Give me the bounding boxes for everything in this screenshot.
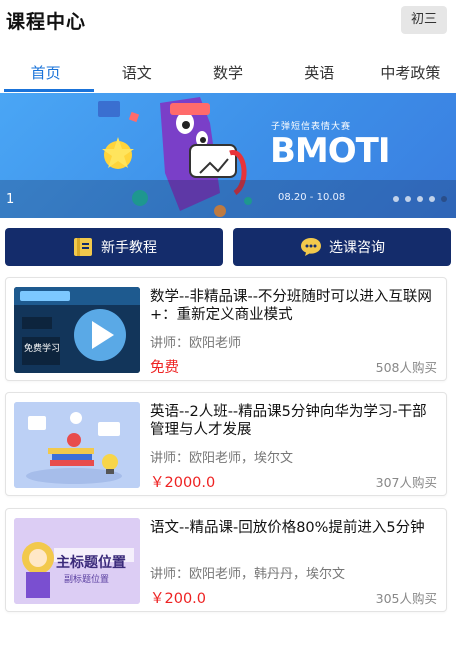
course-purchase-count: 307人购买 (375, 475, 437, 490)
course-thumbnail (14, 402, 140, 488)
course-purchase-count: 305人购买 (375, 591, 437, 606)
banner-logo-text: BMOTI (270, 131, 390, 171)
course-teacher: 讲师：欧阳老师 (150, 336, 242, 351)
quick-actions: 新手教程 选课咨询 (5, 228, 451, 266)
course-title: 语文--精品课-回放价格80%提前进入5分钟 (150, 520, 425, 536)
banner-caption-bar (0, 180, 456, 218)
course-purchase-count: 508人购买 (375, 360, 437, 375)
tab-math[interactable]: 数学 (182, 58, 273, 94)
carousel-dot[interactable] (393, 196, 399, 202)
tab-home[interactable]: 首页 (0, 58, 95, 94)
course-teacher: 讲师：欧阳老师，韩丹丹，埃尔文 (150, 567, 346, 582)
study-illustration (14, 402, 140, 488)
banner-date: 08.20 - 10.08 (278, 192, 346, 203)
course-teacher: 讲师：欧阳老师，埃尔文 (150, 451, 294, 466)
chat-bubble-icon (301, 238, 321, 256)
course-price: 免费 (150, 360, 179, 376)
carousel-dot-active[interactable] (441, 196, 447, 202)
carousel-dot[interactable] (417, 196, 423, 202)
page-title: 课程中心 (6, 11, 87, 33)
tab-english[interactable]: 英语 (274, 58, 365, 94)
course-title: 数学--非精品课--不分班随时可以进入互联网+：重新定义商业模式 (150, 289, 432, 323)
course-card[interactable]: 英语--2人班--精品课5分钟向华为学习-干部管理与人才发展 讲师：欧阳老师，埃… (5, 392, 447, 496)
beginner-tutorial-button[interactable]: 新手教程 (5, 228, 223, 266)
course-consult-label: 选课咨询 (329, 240, 385, 256)
course-thumbnail: 免费学习 (14, 287, 140, 373)
banner-index: 1 (6, 192, 15, 207)
tab-chinese[interactable]: 语文 (91, 58, 182, 94)
thumbnail-caption: 免费学习 (24, 344, 61, 354)
grade-select-button[interactable]: 初三 (401, 6, 447, 34)
thumbnail-sub-title: 副标题位置 (64, 575, 110, 585)
course-price: ￥2000.0 (150, 475, 216, 491)
course-card[interactable]: 免费学习 数学--非精品课--不分班随时可以进入互联网+：重新定义商业模式 讲师… (5, 277, 447, 381)
category-tabs: 首页 语文 数学 英语 中考政策 (0, 58, 456, 94)
course-price: ￥200.0 (150, 591, 207, 607)
banner-carousel[interactable]: 子弹短信表情大赛 BMOTI 08.20 - 10.08 1 (0, 93, 456, 218)
header: 课程中心 初三 (0, 0, 456, 44)
play-thumbnail-art (14, 287, 140, 373)
course-thumbnail: 主标题位置 副标题位置 (14, 518, 140, 604)
course-card[interactable]: 主标题位置 副标题位置 语文--精品课-回放价格80%提前进入5分钟 讲师：欧阳… (5, 508, 447, 612)
course-consult-button[interactable]: 选课咨询 (233, 228, 451, 266)
thumbnail-main-title: 主标题位置 (56, 555, 126, 571)
course-title: 英语--2人班--精品课5分钟向华为学习-干部管理与人才发展 (150, 404, 427, 438)
beginner-tutorial-label: 新手教程 (101, 240, 157, 256)
book-icon (74, 238, 92, 256)
carousel-dots (393, 196, 447, 202)
carousel-dot[interactable] (429, 196, 435, 202)
carousel-dot[interactable] (405, 196, 411, 202)
tab-exam-policy[interactable]: 中考政策 (365, 58, 456, 94)
